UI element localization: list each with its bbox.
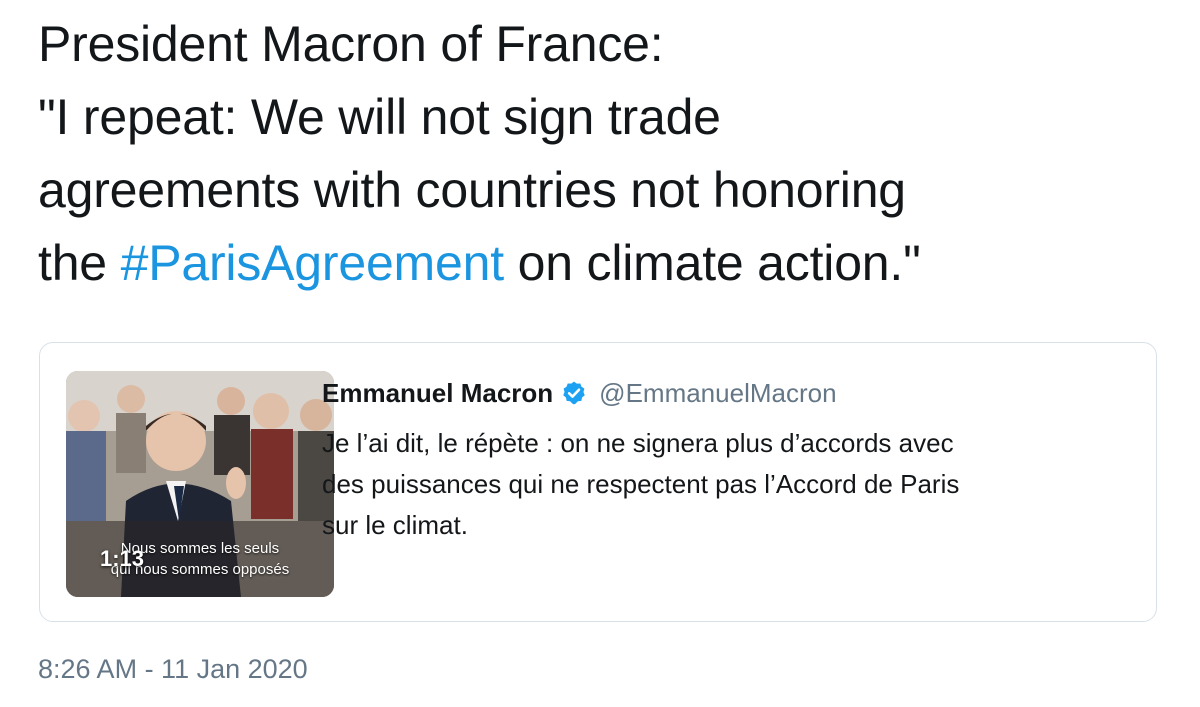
verified-badge-icon — [561, 380, 587, 406]
video-duration: 1:13 — [100, 546, 145, 571]
quoted-tweet-text-line: des puissances qui ne respectent pas l’A… — [322, 469, 960, 499]
quoted-tweet-header: Emmanuel Macron @EmmanuelMacron — [322, 373, 837, 413]
tweet-timestamp[interactable]: 8:26 AM - 11 Jan 2020 — [38, 654, 308, 685]
tweet-text-line: the #ParisAgreement on climate action." — [38, 227, 1178, 300]
tweet-text-line: "I repeat: We will not sign trade — [38, 89, 721, 145]
quoted-tweet-card[interactable]: Nous sommes les seuls qui nous sommes op… — [39, 342, 1157, 622]
quoted-tweet-text-line: Je l’ai dit, le répète : on ne signera p… — [322, 428, 954, 458]
quoted-tweet-text: Je l’ai dit, le répète : on ne signera p… — [322, 423, 1122, 546]
tweet-text-segment: on climate action." — [503, 235, 921, 291]
author-handle[interactable]: @EmmanuelMacron — [599, 378, 836, 409]
tweet-text-segment: the — [38, 235, 121, 291]
quoted-tweet-text-line: sur le climat. — [322, 510, 468, 540]
author-display-name[interactable]: Emmanuel Macron — [322, 378, 553, 409]
tweet-text: President Macron of France: "I repeat: W… — [38, 8, 1178, 300]
tweet-text-line: agreements with countries not honoring — [38, 162, 906, 218]
video-thumbnail[interactable]: Nous sommes les seuls qui nous sommes op… — [66, 371, 334, 597]
tweet-text-line: President Macron of France: — [38, 16, 664, 72]
hashtag-link[interactable]: #ParisAgreement — [121, 235, 505, 291]
